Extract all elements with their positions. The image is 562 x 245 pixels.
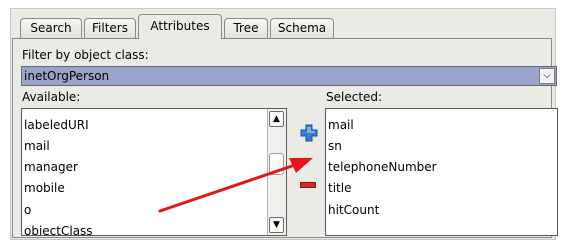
plus-icon[interactable] bbox=[300, 124, 318, 142]
list-item[interactable]: mail bbox=[328, 118, 354, 132]
scroll-thumb[interactable] bbox=[269, 153, 284, 175]
list-item[interactable]: sn bbox=[328, 139, 342, 153]
list-item[interactable]: hitCount bbox=[328, 203, 379, 217]
chevron-down-icon[interactable]: ▼ bbox=[269, 217, 284, 233]
object-class-select[interactable]: inetOrgPerson ⌵ bbox=[21, 66, 557, 86]
available-list[interactable]: labeledURI mail manager mobile o objectC… bbox=[21, 108, 287, 236]
tab-search[interactable]: Search bbox=[20, 18, 82, 38]
tab-tree[interactable]: Tree bbox=[224, 18, 268, 38]
minus-icon[interactable] bbox=[300, 182, 316, 188]
list-item[interactable]: labeledURI bbox=[24, 118, 89, 132]
tab-divider bbox=[12, 38, 552, 39]
tab-filters[interactable]: Filters bbox=[84, 18, 136, 38]
list-item[interactable]: mail bbox=[24, 139, 50, 153]
tab-attributes[interactable]: Attributes bbox=[138, 14, 222, 39]
available-scrollbar[interactable]: ▲ ▼ bbox=[267, 109, 286, 235]
list-item[interactable]: telephoneNumber bbox=[328, 160, 437, 174]
object-class-value: inetOrgPerson bbox=[24, 69, 110, 83]
tab-bar: Search Filters Attributes Tree Schema bbox=[12, 14, 552, 39]
filter-label: Filter by object class: bbox=[22, 48, 149, 62]
chevron-down-icon[interactable]: ⌵ bbox=[539, 68, 555, 84]
list-item[interactable]: title bbox=[328, 181, 351, 195]
list-item[interactable]: mobile bbox=[24, 181, 65, 195]
selected-label: Selected: bbox=[326, 90, 383, 104]
list-item[interactable]: o bbox=[24, 203, 31, 217]
selected-list[interactable]: mail sn telephoneNumber title hitCount bbox=[325, 108, 558, 236]
list-item[interactable]: manager bbox=[24, 160, 78, 174]
available-label: Available: bbox=[22, 90, 81, 104]
list-item[interactable]: objectClass bbox=[24, 224, 93, 235]
tab-schema[interactable]: Schema bbox=[270, 18, 334, 38]
chevron-up-icon[interactable]: ▲ bbox=[269, 111, 284, 127]
